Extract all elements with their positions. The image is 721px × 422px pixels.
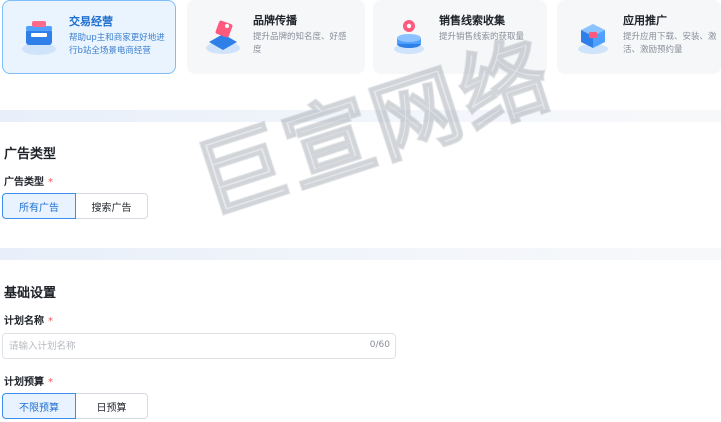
- goal-description: 提升销售线索的获取量: [439, 32, 525, 42]
- budget-option-unlimited[interactable]: 不限预算: [2, 393, 76, 419]
- goal-title: 交易经营: [69, 15, 113, 28]
- plan-name-field: 0/60: [2, 333, 396, 359]
- section-divider: [0, 110, 721, 122]
- ad-type-field-label: 广告类型 *: [4, 177, 53, 188]
- goal-card-leads[interactable]: 销售线索收集 提升销售线索的获取量: [373, 0, 547, 74]
- goal-title: 应用推广: [623, 14, 667, 27]
- app-box-icon: [578, 24, 608, 54]
- goal-card-app[interactable]: 应用推广 提升应用下载、安装、激 活、激励预约量: [557, 0, 721, 74]
- goal-title: 销售线索收集: [439, 14, 505, 27]
- basic-settings-section-title: 基础设置: [4, 286, 57, 301]
- ad-type-option-all[interactable]: 所有广告: [2, 193, 76, 219]
- ad-type-section-title: 广告类型: [4, 147, 57, 162]
- goal-card-trade[interactable]: 交易经营 帮助up主和商家更好地进 行b站全场景电商经营: [2, 0, 176, 74]
- section-divider: [0, 248, 721, 260]
- required-mark: *: [48, 316, 53, 327]
- shopping-cart-icon: [22, 21, 56, 55]
- budget-label: 计划预算 *: [4, 377, 53, 388]
- brand-tag-icon: [206, 20, 240, 54]
- marketing-goal-selector: 交易经营 帮助up主和商家更好地进 行b站全场景电商经营 品牌传播 提升品牌的知…: [0, 0, 721, 76]
- location-pin-icon: [394, 20, 424, 54]
- required-mark: *: [48, 377, 53, 388]
- budget-segmented-control: 不限预算 日预算: [2, 393, 148, 419]
- plan-name-label: 计划名称 *: [4, 316, 53, 327]
- goal-description: 帮助up主和商家更好地进 行b站全场景电商经营: [69, 33, 165, 56]
- goal-title: 品牌传播: [253, 14, 297, 27]
- char-counter: 0/60: [369, 340, 390, 350]
- ad-type-option-search[interactable]: 搜索广告: [76, 193, 148, 219]
- plan-name-input[interactable]: [3, 334, 349, 358]
- required-mark: *: [48, 177, 53, 188]
- budget-option-daily[interactable]: 日预算: [76, 393, 148, 419]
- goal-description: 提升应用下载、安装、激 活、激励预约量: [623, 32, 717, 55]
- goal-card-brand[interactable]: 品牌传播 提升品牌的知名度、好感 度: [187, 0, 365, 74]
- ad-type-segmented-control: 所有广告 搜索广告: [2, 193, 148, 219]
- goal-description: 提升品牌的知名度、好感 度: [253, 32, 347, 55]
